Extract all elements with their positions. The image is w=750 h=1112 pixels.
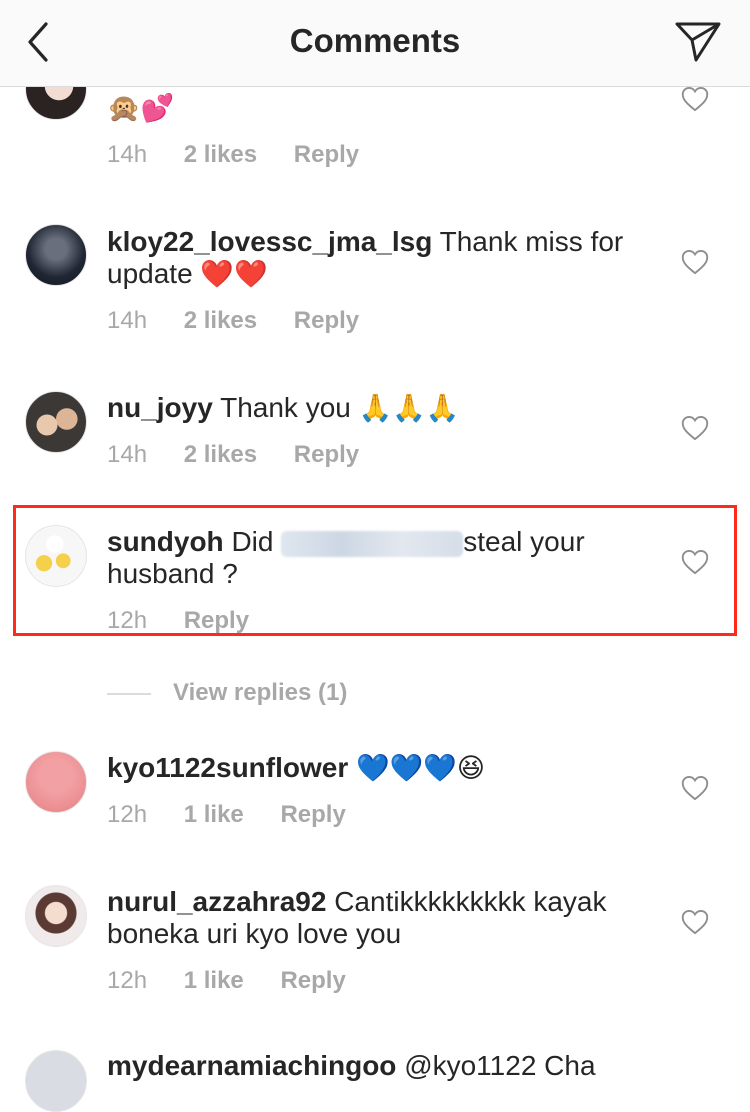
comment-time: 12h <box>107 607 148 634</box>
heart-icon[interactable] <box>681 249 709 275</box>
comment-text: Thank you <box>220 392 351 423</box>
heart-icon[interactable] <box>681 86 709 112</box>
comment-body: kloy22_lovessc_jma_lsg Thank miss for up… <box>107 226 667 291</box>
comment-username[interactable]: nu_joyy <box>107 392 213 423</box>
comment-body: mydearnamiachingoo @kyo1122 Cha <box>107 1050 667 1082</box>
comment-meta: 12h 1 like Reply <box>107 801 376 829</box>
avatar[interactable] <box>25 525 87 587</box>
comment-emojis: 🙏🙏🙏 <box>358 393 460 424</box>
send-icon[interactable] <box>674 20 722 64</box>
comment-meta: 14h 2 likes Reply <box>107 141 389 169</box>
top-bar: Comments <box>0 0 750 87</box>
comment-meta: 14h 2 likes Reply <box>107 307 389 335</box>
comment-time: 12h <box>107 801 148 828</box>
comment-list: 🙊💕 14h 2 likes Reply kloy22_lovessc_jma_… <box>0 0 750 1112</box>
comment-username[interactable]: kloy22_lovessc_jma_lsg <box>107 226 432 257</box>
comment-likes[interactable]: 1 like <box>184 967 244 994</box>
reply-button[interactable]: Reply <box>280 967 345 994</box>
reply-button[interactable]: Reply <box>294 441 359 468</box>
avatar[interactable] <box>25 1050 87 1112</box>
avatar[interactable] <box>25 391 87 453</box>
comment-username[interactable]: kyo1122sunflower <box>107 752 348 783</box>
avatar[interactable] <box>25 885 87 947</box>
comment-username[interactable]: nurul_azzahra92 <box>107 886 326 917</box>
comment-username[interactable]: mydearnamiachingoo <box>107 1050 396 1081</box>
comment-meta: 12h 1 like Reply <box>107 967 376 995</box>
heart-icon[interactable] <box>681 415 709 441</box>
avatar[interactable] <box>25 751 87 813</box>
avatar[interactable] <box>25 224 87 286</box>
comment-time: 14h <box>107 441 148 468</box>
comment-text: @kyo1122 Cha <box>404 1050 596 1081</box>
view-replies-button[interactable]: View replies (1) <box>107 679 347 707</box>
comment-emojis: 🙊💕 <box>107 93 175 124</box>
comment-username[interactable]: sundyoh <box>107 526 224 557</box>
view-replies-label: View replies (1) <box>173 679 348 706</box>
comment-body: nurul_azzahra92 Cantikkkkkkkkk kayak bon… <box>107 886 667 950</box>
reply-button[interactable]: Reply <box>294 307 359 334</box>
comment-text: Did <box>231 526 274 557</box>
blurred-mention <box>281 530 464 557</box>
heart-icon[interactable] <box>681 549 709 575</box>
page-title: Comments <box>289 22 461 59</box>
comment-emojis: ❤️❤️ <box>200 259 268 290</box>
reply-button[interactable]: Reply <box>280 801 345 828</box>
divider-line <box>107 692 151 695</box>
heart-icon[interactable] <box>681 775 709 801</box>
comment-time: 14h <box>107 141 148 168</box>
heart-icon[interactable] <box>681 909 709 935</box>
comment-likes[interactable]: 2 likes <box>184 307 257 334</box>
comment-body: sundyoh Did steal your husband ? <box>107 526 667 590</box>
comment-likes[interactable]: 2 likes <box>184 141 257 168</box>
comment-body: kyo1122sunflower 💙💙💙😆 <box>107 752 667 785</box>
reply-button[interactable]: Reply <box>294 141 359 168</box>
comment-likes[interactable]: 2 likes <box>184 441 257 468</box>
comment-body: nu_joyy Thank you 🙏🙏🙏 <box>107 392 667 425</box>
comment-meta: 14h 2 likes Reply <box>107 441 389 469</box>
comment-time: 14h <box>107 307 148 334</box>
comment-body: 🙊💕 <box>107 92 667 125</box>
comment-emojis: 💙💙💙😆 <box>356 753 486 784</box>
comment-likes[interactable]: 1 like <box>184 801 244 828</box>
reply-button[interactable]: Reply <box>184 607 249 634</box>
comment-time: 12h <box>107 967 148 994</box>
comment-meta: 12h Reply <box>107 607 279 635</box>
